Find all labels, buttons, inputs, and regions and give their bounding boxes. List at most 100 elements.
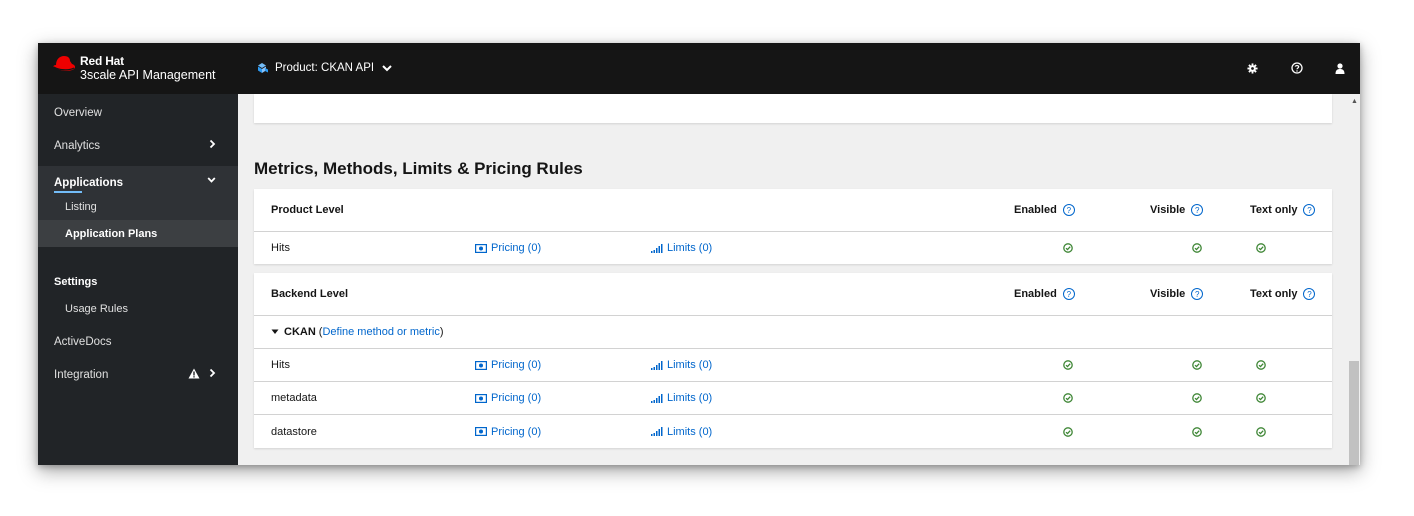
user-icon[interactable] [1331, 59, 1349, 77]
sidebar-item-label: Application Plans [65, 227, 158, 240]
backend-group-name: CKAN [284, 326, 316, 338]
help-icon[interactable]: ? [1062, 288, 1075, 300]
check-circle-icon [1256, 243, 1266, 253]
limits-label: Limits (0) [667, 425, 713, 438]
sidebar-item-label: Listing [65, 200, 97, 213]
product-level-header: Product Level [271, 204, 344, 216]
pricing-link[interactable]: Pricing (0) [475, 232, 541, 264]
limits-link[interactable]: Limits (0) [651, 232, 712, 264]
scroll-up-icon[interactable]: ▲ [1351, 98, 1358, 105]
column-label: Enabled [1014, 204, 1057, 216]
help-icon[interactable]: ? [1191, 204, 1204, 216]
signal-bars-icon [651, 393, 663, 403]
limits-link[interactable]: Limits (0) [651, 382, 712, 414]
text-only-column-header: Text only ? [1250, 189, 1316, 231]
product-context-label: Product: CKAN API [275, 62, 375, 74]
sidebar-item-integration[interactable]: Integration [38, 358, 238, 391]
sidebar-item-label: Overview [54, 106, 102, 119]
help-icon[interactable]: ? [1303, 288, 1316, 300]
check-circle-icon [1256, 393, 1266, 403]
text-only-check[interactable] [1256, 415, 1266, 448]
enabled-column-header: Enabled ? [1014, 273, 1075, 315]
backend-level-header: Backend Level [271, 288, 349, 300]
caret-down-icon [271, 329, 279, 334]
pricing-link[interactable]: Pricing (0) [475, 415, 541, 448]
sidebar-item-application-plans[interactable]: Application Plans [38, 220, 238, 247]
visible-column-header: Visible ? [1150, 189, 1204, 231]
scrollbar-thumb[interactable] [1349, 361, 1359, 465]
table-row: metadata Pricing (0) Limits (0) [254, 382, 1332, 415]
signal-bars-icon [651, 360, 663, 370]
help-icon[interactable] [1288, 59, 1306, 77]
limits-label: Limits (0) [667, 359, 713, 371]
sidebar-item-analytics[interactable]: Analytics [38, 129, 238, 162]
visible-check[interactable] [1192, 349, 1202, 381]
visible-check[interactable] [1192, 415, 1202, 448]
pricing-link[interactable]: Pricing (0) [475, 382, 541, 414]
check-circle-icon [1192, 360, 1202, 370]
table-row: Hits Pricing (0) Limits (0) [254, 232, 1332, 264]
visible-check[interactable] [1192, 232, 1202, 264]
enabled-check[interactable] [1063, 349, 1073, 381]
sidebar-section-label: Settings [54, 276, 98, 288]
enabled-check[interactable] [1063, 415, 1073, 448]
define-method-link[interactable]: Define method or metric [322, 326, 439, 338]
sidebar-item-label: Analytics [54, 139, 101, 152]
sidebar-item-usage-rules[interactable]: Usage Rules [38, 295, 238, 322]
visible-check[interactable] [1192, 382, 1202, 414]
chevron-right-icon [209, 139, 216, 149]
backend-level-table: Backend Level Enabled ? Visible ? Text o… [254, 273, 1332, 448]
product-context-selector[interactable]: Product: CKAN API [255, 58, 392, 78]
limits-link[interactable]: Limits (0) [651, 349, 712, 381]
metric-name: datastore [271, 425, 317, 438]
metric-name: Hits [271, 359, 290, 371]
enabled-check[interactable] [1063, 232, 1073, 264]
column-label: Visible [1150, 288, 1186, 300]
red-hat-logo-icon [53, 56, 76, 71]
check-circle-icon [1063, 393, 1073, 403]
text-only-check[interactable] [1256, 232, 1266, 264]
chevron-right-icon [209, 368, 216, 378]
check-circle-icon [1192, 426, 1202, 437]
brand-line2: 3scale API Management [80, 68, 216, 82]
pricing-label: Pricing (0) [491, 425, 542, 438]
sidebar-item-overview[interactable]: Overview [38, 96, 238, 129]
enabled-check[interactable] [1063, 382, 1073, 414]
pricing-label: Pricing (0) [491, 392, 542, 404]
limits-link[interactable]: Limits (0) [651, 415, 712, 448]
vertical-scrollbar[interactable]: ▲ [1348, 94, 1360, 465]
app-window: Red Hat 3scale API Management Product: C… [38, 43, 1360, 465]
check-circle-icon [1192, 393, 1202, 403]
sidebar-item-listing[interactable]: Listing [38, 193, 238, 220]
pricing-link[interactable]: Pricing (0) [475, 349, 541, 381]
pricing-label: Pricing (0) [491, 242, 542, 254]
money-icon [475, 360, 487, 370]
help-icon[interactable]: ? [1303, 204, 1316, 216]
check-circle-icon [1256, 360, 1266, 370]
product-level-table: Product Level Enabled ? Visible ? Text o… [254, 189, 1332, 264]
signal-bars-icon [651, 243, 663, 253]
column-label: Text only [1250, 204, 1298, 216]
signal-bars-icon [651, 427, 663, 436]
enabled-column-header: Enabled ? [1014, 189, 1075, 231]
sidebar-item-label: ActiveDocs [54, 335, 112, 348]
backend-group-toggle[interactable]: CKAN ( Define method or metric ) [271, 316, 444, 348]
column-label: Text only [1250, 288, 1298, 300]
product-icon [258, 63, 268, 73]
metric-name: metadata [271, 392, 317, 404]
check-circle-icon [1256, 426, 1266, 437]
check-circle-icon [1192, 243, 1202, 253]
help-icon[interactable]: ? [1062, 204, 1075, 216]
table-header-row: Backend Level Enabled ? Visible ? Text o… [254, 273, 1332, 316]
brand-logo[interactable]: Red Hat 3scale API Management [52, 53, 242, 85]
money-icon [475, 393, 487, 403]
sidebar-item-activedocs[interactable]: ActiveDocs [38, 325, 238, 358]
help-icon[interactable]: ? [1191, 288, 1204, 300]
chevron-down-icon [382, 65, 392, 72]
money-icon [475, 243, 487, 253]
limits-label: Limits (0) [667, 392, 713, 404]
sidebar-item-label: Integration [54, 368, 109, 381]
gear-icon[interactable] [1243, 59, 1261, 77]
text-only-check[interactable] [1256, 382, 1266, 414]
text-only-check[interactable] [1256, 349, 1266, 381]
